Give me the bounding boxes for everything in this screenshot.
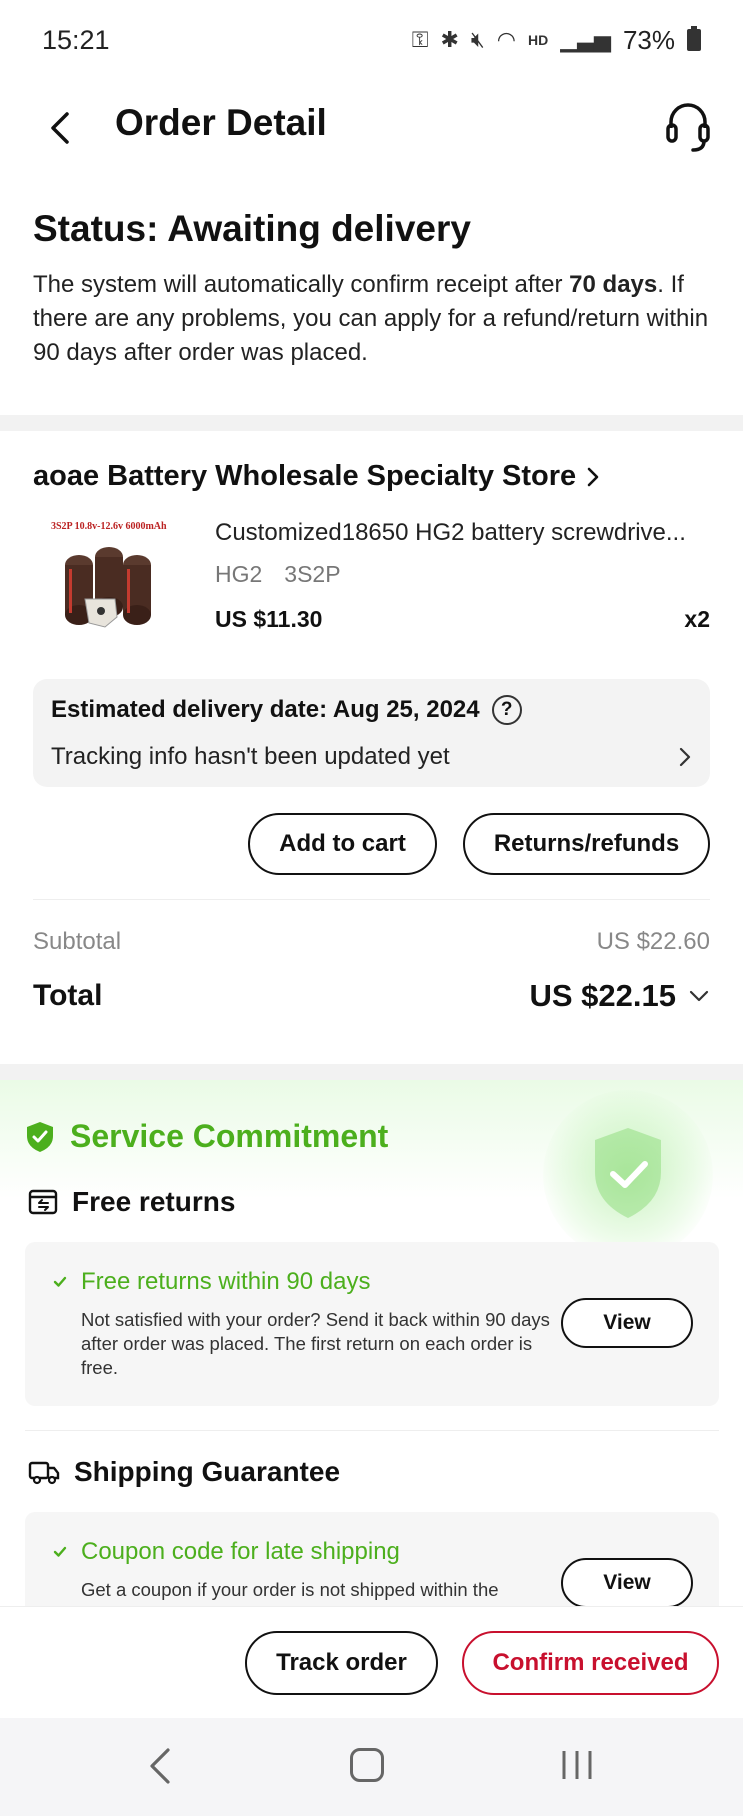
estimated-delivery: Estimated delivery date: Aug 25, 2024 — [51, 696, 480, 723]
status-bar: 15:21 ⚿ ✱ 🔇︎ ◠ HD ▁▃▅ 73% — [0, 0, 743, 80]
check-icon — [53, 1276, 67, 1287]
free-returns-card: Free returns within 90 days Not satisfie… — [25, 1242, 719, 1406]
shield-check-watermark-icon — [543, 1090, 713, 1260]
headset-icon — [666, 103, 710, 152]
subtotal-value: US $22.60 — [596, 928, 710, 955]
bluetooth-icon: ✱ — [440, 27, 459, 52]
free-returns-description: Not satisfied with your order? Send it b… — [81, 1309, 550, 1378]
header: Order Detail — [0, 80, 743, 180]
free-returns-heading-text: Free returns — [72, 1186, 236, 1217]
late-shipping-description: Get a coupon if your order is not shippe… — [81, 1579, 499, 1600]
order-actions: Add to cart Returns/refunds — [33, 813, 710, 875]
track-order-button[interactable]: Track order — [245, 1631, 438, 1695]
subtotal-label: Subtotal — [33, 928, 122, 955]
shipping-guarantee-heading: Shipping Guarantee — [28, 1456, 340, 1488]
product-image[interactable]: 3S2P 10.8v-12.6v 6000mAh — [33, 519, 173, 639]
customer-support-button[interactable] — [663, 98, 713, 154]
shipping-guarantee-card: Coupon code for late shipping Get a coup… — [25, 1512, 719, 1620]
divider — [25, 1430, 719, 1431]
signal-icon: ▁▃▅ — [560, 27, 611, 52]
product-quantity: x2 — [684, 606, 710, 632]
order-status-section: Status: Awaiting delivery The system wil… — [0, 190, 743, 370]
service-commitment-section: Service Commitment Free returns Free ret… — [0, 1080, 743, 1620]
free-returns-title: Free returns within 90 days — [81, 1268, 371, 1295]
chevron-left-icon — [51, 112, 69, 144]
product-variant: HG2 3S2P — [215, 561, 710, 588]
wifi-icon: ◠ — [496, 27, 516, 52]
variant-type: HG2 — [215, 561, 263, 587]
order-status-description: The system will automatically confirm re… — [33, 268, 710, 370]
system-navigation-bar — [0, 1718, 743, 1816]
chevron-down-icon[interactable] — [688, 989, 710, 1003]
shipping-guarantee-heading-text: Shipping Guarantee — [74, 1456, 341, 1487]
help-icon[interactable]: ? — [491, 695, 522, 725]
late-shipping-title: Coupon code for late shipping — [81, 1538, 400, 1565]
total-value: US $22.15 — [529, 978, 677, 1013]
add-to-cart-button[interactable]: Add to cart — [248, 813, 437, 875]
battery-percent: 73% — [622, 24, 675, 55]
store-link[interactable]: aoae Battery Wholesale Specialty Store — [33, 460, 710, 493]
status-desc-prefix: The system will automatically confirm re… — [33, 271, 570, 298]
return-box-icon — [28, 1189, 58, 1215]
back-button[interactable] — [40, 106, 80, 150]
variant-config: 3S2P — [284, 561, 341, 587]
section-divider — [0, 1064, 743, 1080]
service-commitment-title: Service Commitment — [26, 1118, 388, 1155]
nav-recents-icon[interactable] — [560, 1748, 594, 1782]
product-price: US $11.30 — [215, 606, 323, 632]
section-divider — [0, 415, 743, 431]
clock: 15:21 — [42, 24, 110, 55]
nav-back-icon[interactable] — [146, 1746, 174, 1786]
free-returns-heading: Free returns — [28, 1186, 235, 1218]
divider — [33, 899, 710, 900]
page-title: Order Detail — [115, 102, 327, 143]
shield-check-icon — [27, 1121, 53, 1152]
store-section: aoae Battery Wholesale Specialty Store 3… — [0, 432, 743, 1014]
chevron-right-icon — [587, 467, 599, 486]
store-name: aoae Battery Wholesale Specialty Store — [33, 460, 577, 492]
mute-icon: 🔇︎ — [470, 27, 485, 52]
service-title-text: Service Commitment — [70, 1118, 389, 1154]
order-status-title: Status: Awaiting delivery — [33, 208, 471, 249]
confirm-received-button[interactable]: Confirm received — [462, 1631, 719, 1695]
chevron-right-icon — [679, 747, 691, 767]
tracking-status: Tracking info hasn't been updated yet — [51, 743, 450, 770]
shipping-guarantee-view-button[interactable]: View — [561, 1558, 693, 1608]
delivery-truck-icon — [28, 1461, 60, 1485]
subtotal-row: Subtotal US $22.60 — [33, 928, 710, 956]
delivery-info-card[interactable]: Estimated delivery date: Aug 25, 2024 ? … — [33, 679, 710, 787]
hd-voice-icon: HD — [527, 32, 549, 48]
returns-refunds-button[interactable]: Returns/refunds — [463, 813, 710, 875]
nav-home-icon[interactable] — [350, 1748, 384, 1782]
total-label: Total — [33, 979, 103, 1012]
bottom-action-bar: Track order Confirm received — [0, 1606, 743, 1718]
battery-icon — [687, 26, 701, 51]
check-icon — [53, 1546, 67, 1557]
key-icon: ⚿ — [411, 27, 429, 52]
status-icons: ⚿ ✱ 🔇︎ ◠ HD ▁▃▅ 73% — [412, 25, 701, 56]
free-returns-view-button[interactable]: View — [561, 1298, 693, 1348]
status-desc-days: 70 days — [569, 271, 658, 298]
battery-pack-illustration — [65, 547, 151, 628]
total-row[interactable]: Total US $22.15 — [33, 978, 710, 1014]
product-name: Customized18650 HG2 battery screwdrive..… — [215, 519, 686, 546]
product-item[interactable]: 3S2P 10.8v-12.6v 6000mAh Customized18650… — [33, 519, 710, 639]
